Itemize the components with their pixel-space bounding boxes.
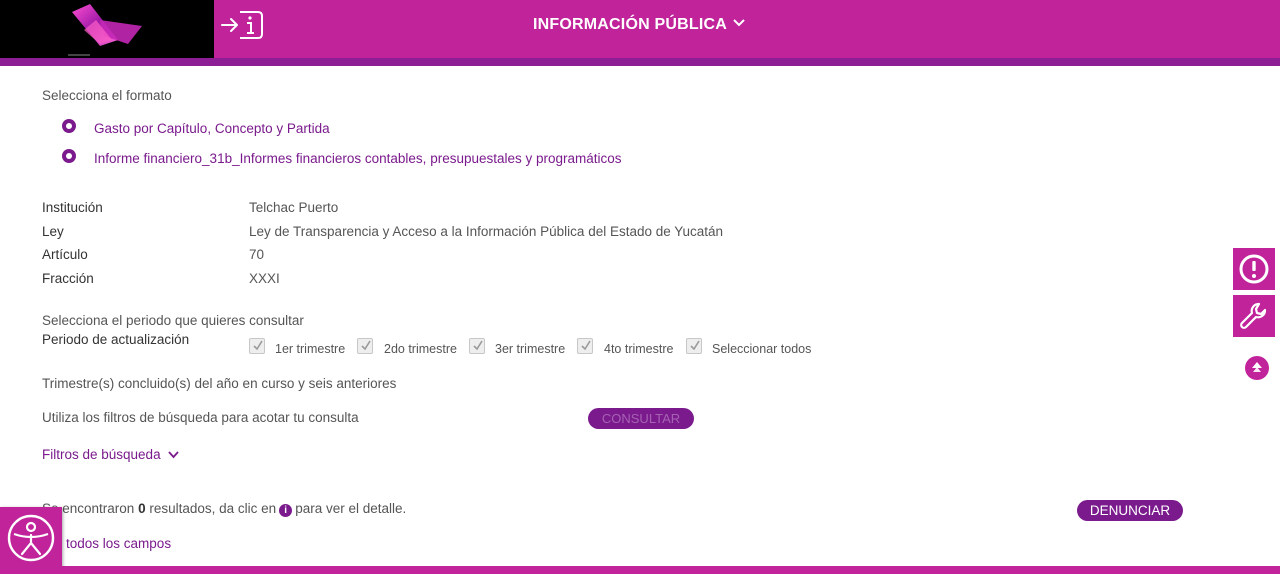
bottom-stripe [0,566,1280,574]
checkbox-4to-trimestre[interactable] [577,338,593,354]
checkbox-2do-trimestre[interactable] [357,338,373,354]
label-1er-trimestre[interactable]: 1er trimestre [275,342,345,356]
nav-title-label: INFORMACIÓN PÚBLICA [533,16,728,33]
alert-button[interactable] [1233,248,1275,290]
label-4to-trimestre[interactable]: 4to trimestre [604,342,673,356]
results-summary: Se encontraron 0 resultados, da clic en i… [42,501,406,517]
results-middle: resultados, da clic en [149,501,277,516]
fraccion-label: Fracción [42,271,94,286]
checkbox-1er-trimestre[interactable] [249,338,265,354]
format-label: Selecciona el formato [42,88,172,103]
search-filters-label: Filtros de búsqueda [42,447,161,462]
accessibility-icon [7,514,55,562]
login-info-icon[interactable] [220,6,264,44]
label-2do-trimestre[interactable]: 2do trimestre [384,342,457,356]
logo-graphic [68,4,142,56]
filters-prompt: Utiliza los filtros de búsqueda para aco… [42,410,359,425]
alert-icon [1239,254,1269,284]
label-3er-trimestre[interactable]: 3er trimestre [495,342,565,356]
logo[interactable] [0,0,214,58]
format-radio-1[interactable] [62,119,76,133]
articulo-value: 70 [249,247,265,262]
navbar-stripe [0,58,1280,66]
chevron-down-icon [733,14,745,32]
info-icon: i [279,504,293,517]
scroll-up-button[interactable] [1245,356,1269,380]
nav-informacion-publica[interactable]: INFORMACIÓN PÚBLICA [533,14,745,34]
format-option-2[interactable]: Informe financiero_31b_Informes financie… [94,151,622,166]
consultar-button[interactable]: CONSULTAR [588,408,694,429]
period-note: Trimestre(s) concluido(s) del año en cur… [42,376,397,391]
checkbox-seleccionar-todos[interactable] [686,338,702,354]
institucion-value: Telchac Puerto [249,200,339,215]
ley-label: Ley [42,224,64,239]
scroll-up-icon [1252,362,1262,372]
period-label: Periodo de actualización [42,332,190,347]
checkbox-3er-trimestre[interactable] [469,338,485,354]
accessibility-button[interactable] [0,507,62,569]
results-suffix: para ver el detalle. [295,501,407,516]
fraccion-value: XXXI [249,271,280,286]
label-seleccionar-todos[interactable]: Seleccionar todos [712,342,811,356]
settings-button[interactable] [1233,295,1275,337]
chevron-down-icon [168,447,180,462]
wrench-icon [1240,302,1267,329]
ley-value: Ley de Transparencia y Acceso a la Infor… [249,224,724,239]
articulo-label: Artículo [42,247,88,262]
results-count: 0 [138,501,146,516]
search-filters-toggle[interactable]: Filtros de búsqueda [42,447,180,462]
institucion-label: Institución [42,200,103,215]
period-prompt: Selecciona el periodo que quieres consul… [42,313,304,328]
format-radio-2[interactable] [62,149,76,163]
denunciar-button[interactable]: DENUNCIAR [1077,500,1183,521]
format-option-1[interactable]: Gasto por Capítulo, Concepto y Partida [94,121,330,136]
